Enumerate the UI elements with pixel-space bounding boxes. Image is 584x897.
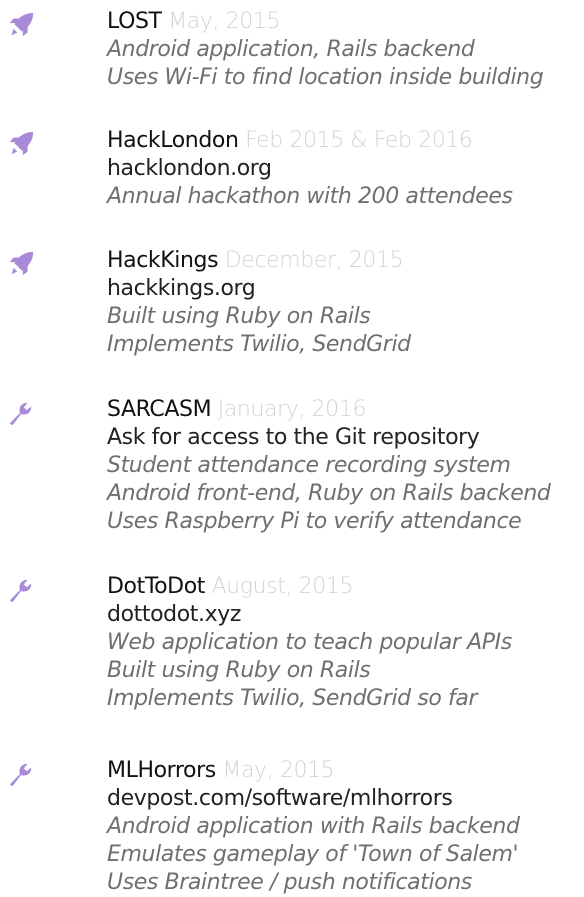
project-header: HackLondon Feb 2015 & Feb 2016: [107, 127, 584, 155]
project-link[interactable]: dottodot.xyz: [107, 601, 584, 629]
project-name: LOST: [107, 9, 162, 34]
project-link[interactable]: Ask for access to the Git repository: [107, 424, 584, 452]
project-detail: Implements Twilio, SendGrid: [107, 332, 411, 357]
wrench-icon: [9, 763, 32, 787]
project-date: May, 2015: [222, 758, 335, 783]
rocket-icon: [9, 251, 34, 276]
project-header: HackKings December, 2015: [107, 247, 584, 275]
project-header: DotToDot August, 2015: [107, 573, 584, 601]
project-link[interactable]: hackkings.org: [107, 275, 584, 303]
project-date: May, 2015: [168, 9, 281, 34]
project-detail: Web application to teach popular APIs: [107, 630, 512, 655]
project-header: MLHorrors May, 2015: [107, 757, 584, 785]
rocket-icon: [9, 12, 34, 37]
project-content: DotToDot August, 2015 dottodot.xyz Web a…: [107, 573, 584, 713]
wrench-icon: [9, 402, 32, 426]
project-detail: Annual hackathon with 200 attendees: [107, 184, 513, 209]
project-detail: Emulates gameplay of 'Town of Salem': [107, 842, 519, 867]
project-detail: Uses Wi-Fi to find location inside build…: [107, 65, 544, 90]
project-name: DotToDot: [107, 574, 206, 599]
project-date: December, 2015: [224, 248, 404, 273]
project-name: MLHorrors: [107, 758, 216, 783]
project-content: HackLondon Feb 2015 & Feb 2016 hacklondo…: [107, 127, 584, 211]
project-name: SARCASM: [107, 397, 212, 422]
project-content: LOST May, 2015 Android application, Rail…: [107, 8, 584, 92]
project-name: HackKings: [107, 248, 219, 273]
project-detail: Android application, Rails backend: [107, 37, 475, 62]
project-date: January, 2016: [217, 397, 367, 422]
project-header: LOST May, 2015: [107, 8, 584, 36]
project-detail: Implements Twilio, SendGrid so far: [107, 686, 478, 711]
project-date: Feb 2015 & Feb 2016: [245, 128, 473, 153]
wrench-icon: [9, 579, 32, 603]
project-detail: Built using Ruby on Rails: [107, 658, 371, 683]
project-detail: Android front-end, Ruby on Rails backend: [107, 481, 551, 506]
project-link[interactable]: devpost.com/software/mlhorrors: [107, 785, 584, 813]
project-header: SARCASM January, 2016: [107, 396, 584, 424]
project-content: HackKings December, 2015 hackkings.org B…: [107, 247, 584, 359]
project-date: August, 2015: [211, 574, 354, 599]
project-detail: Uses Raspberry Pi to verify attendance: [107, 509, 522, 534]
project-detail: Built using Ruby on Rails: [107, 304, 371, 329]
project-name: HackLondon: [107, 128, 239, 153]
rocket-icon: [9, 131, 34, 156]
project-link[interactable]: hacklondon.org: [107, 155, 584, 183]
project-detail: Android application with Rails backend: [107, 814, 520, 839]
project-detail: Student attendance recording system: [107, 453, 511, 478]
project-content: MLHorrors May, 2015 devpost.com/software…: [107, 757, 584, 897]
project-detail: Uses Braintree / push notifications: [107, 870, 472, 895]
project-content: SARCASM January, 2016 Ask for access to …: [107, 396, 584, 536]
